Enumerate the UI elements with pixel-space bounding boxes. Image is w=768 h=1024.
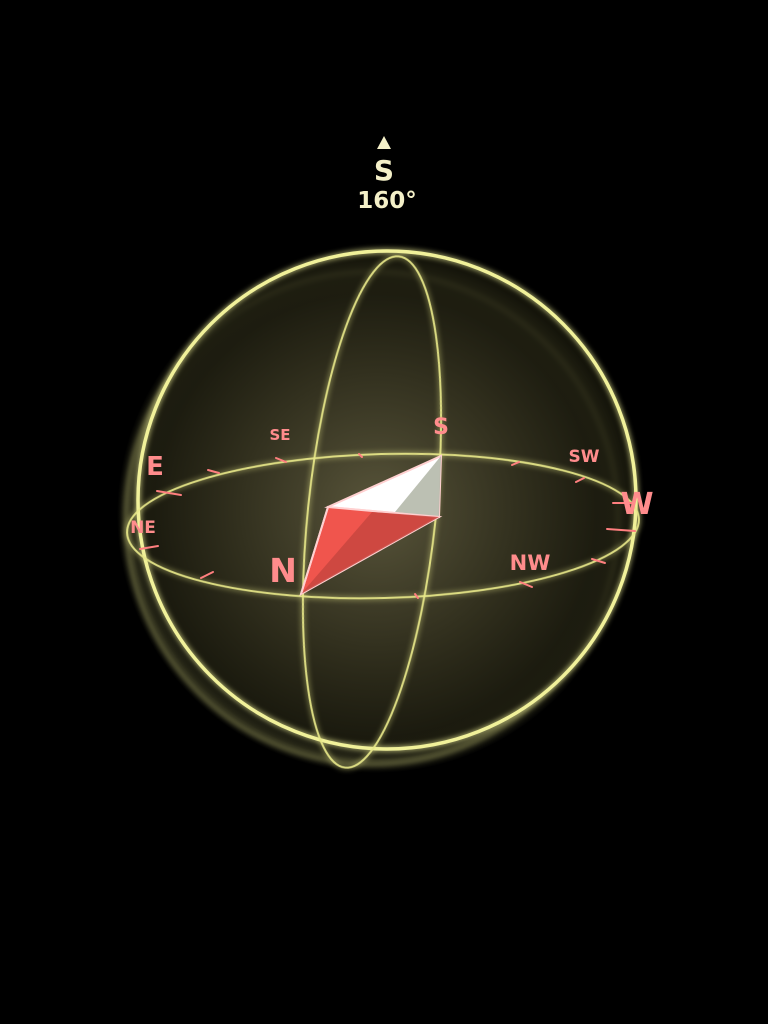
- label-east: E: [146, 452, 164, 482]
- label-northwest: NW: [510, 551, 551, 575]
- label-southeast: SE: [269, 426, 290, 444]
- compass-app: S 160° N S E W NE SE SW NW: [0, 0, 768, 1024]
- label-north: N: [269, 551, 297, 590]
- label-southwest: SW: [569, 447, 600, 467]
- compass-sphere[interactable]: N S E W NE SE SW NW: [0, 0, 768, 1024]
- label-south: S: [433, 415, 449, 440]
- label-northeast: NE: [130, 518, 156, 538]
- label-west: W: [620, 487, 653, 522]
